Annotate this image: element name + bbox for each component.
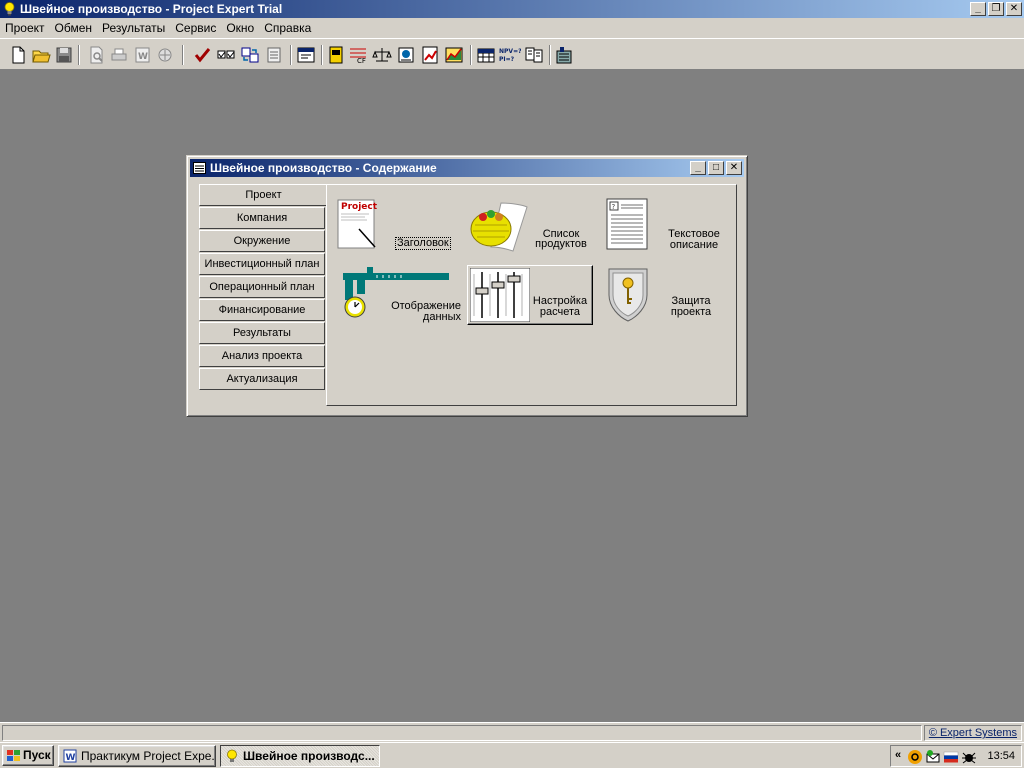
nav-environment[interactable]: Окружение [199, 230, 325, 252]
close-button[interactable]: ✕ [1006, 2, 1022, 16]
start-button[interactable]: Пуск [2, 745, 54, 766]
content-minimize-button[interactable]: _ [690, 161, 706, 175]
project-document-icon: Project [337, 199, 377, 249]
menubar: Проект Обмен Результаты Сервис Окно Спра… [0, 18, 1024, 38]
lightbulb-icon [227, 749, 237, 762]
minimize-button[interactable]: _ [970, 2, 986, 16]
tile-data-display[interactable]: Отображение данных [337, 265, 461, 323]
analysis-icon[interactable] [524, 45, 544, 65]
export-icon[interactable] [155, 45, 175, 65]
menu-service[interactable]: Сервис [170, 18, 221, 38]
content-close-button[interactable]: ✕ [726, 161, 742, 175]
svg-text:PI=?: PI=? [499, 56, 515, 63]
document-list-icon[interactable] [264, 45, 284, 65]
menu-exchange[interactable]: Обмен [50, 18, 98, 38]
tile-product-list-label-line2: продуктов [535, 238, 587, 250]
tile-calculation-settings[interactable]: Настройка расчета [467, 265, 593, 325]
chart-report-icon[interactable] [420, 45, 440, 65]
balance-scale-icon[interactable] [372, 45, 392, 65]
taskbar-item-word-label: Практикум Project Expe... [81, 749, 216, 763]
russian-flag-icon[interactable] [943, 749, 959, 765]
menu-results[interactable]: Результаты [97, 18, 170, 38]
menu-help[interactable]: Справка [259, 18, 316, 38]
taskbar-item-word[interactable]: W Практикум Project Expe... [58, 745, 216, 767]
tile-calculation-settings-label-line2: расчета [539, 306, 581, 318]
text-document-icon: ? [606, 198, 648, 250]
fruit-basket-icon [470, 202, 528, 252]
tile-header-label: Заголовок [395, 237, 451, 250]
save-icon[interactable] [54, 45, 74, 65]
restore-button[interactable]: ❐ [988, 2, 1004, 16]
section-icon-panel: Project Заголовок Список продуктов ? Тек… [326, 184, 737, 406]
nav-operational-plan[interactable]: Операционный план [199, 276, 325, 298]
svg-text:W: W [66, 753, 76, 763]
app-title: Швейное производство - Project Expert Tr… [20, 2, 283, 16]
tray-expand-icon[interactable]: « [895, 749, 901, 761]
antivirus-spider-icon[interactable] [961, 749, 977, 765]
npv-pi-icon[interactable]: NPV=?PI=? [499, 45, 521, 65]
grid-table-icon[interactable] [476, 45, 496, 65]
content-maximize-button[interactable]: □ [708, 161, 724, 175]
tile-header[interactable]: Project Заголовок [337, 199, 457, 253]
word-document-icon: W [63, 749, 77, 763]
new-document-icon[interactable] [8, 45, 28, 65]
word-export-icon[interactable]: W [132, 45, 152, 65]
svg-text:Project: Project [341, 202, 377, 212]
svg-text:?: ? [612, 203, 616, 211]
cashflow-icon[interactable]: CF [348, 45, 368, 65]
nav-company[interactable]: Компания [199, 207, 325, 229]
window-document-icon [193, 162, 206, 174]
checklist-icon[interactable] [216, 45, 236, 65]
actualization-icon[interactable] [554, 45, 574, 65]
svg-text:W: W [138, 52, 148, 62]
system-tray: « 13:54 [890, 745, 1022, 767]
print-preview-icon[interactable] [86, 45, 106, 65]
tile-project-protection-label-line2: проекта [670, 306, 712, 318]
section-nav: Проект Компания Окружение Инвестиционный… [199, 184, 327, 392]
nav-results[interactable]: Результаты [199, 322, 325, 344]
taskbar-item-project-expert-label: Швейное производс... [243, 749, 375, 763]
statusbar: © Expert Systems [0, 722, 1024, 742]
svg-text:CF: CF [357, 57, 366, 65]
nav-project-analysis[interactable]: Анализ проекта [199, 345, 325, 367]
mail-icon[interactable] [925, 749, 941, 765]
print-icon[interactable] [109, 45, 129, 65]
shield-key-icon [608, 268, 648, 322]
content-window-title: Швейное производство - Содержание [210, 161, 437, 175]
tile-text-description-label-line2: описание [669, 239, 719, 251]
tile-data-display-label-line2: данных [422, 311, 461, 323]
lightbulb-icon [4, 2, 15, 16]
app-titlebar[interactable]: Швейное производство - Project Expert Tr… [0, 0, 1024, 18]
expert-systems-link[interactable]: © Expert Systems [924, 725, 1022, 741]
menu-window[interactable]: Окно [221, 18, 259, 38]
table-icon[interactable] [326, 45, 346, 65]
tile-project-protection[interactable]: Защита проекта [607, 265, 731, 325]
taskbar-item-project-expert[interactable]: Швейное производс... [220, 745, 380, 767]
nav-financing[interactable]: Финансирование [199, 299, 325, 321]
content-window: Швейное производство - Содержание _ □ ✕ … [186, 155, 748, 417]
content-window-titlebar[interactable]: Швейное производство - Содержание _ □ ✕ [190, 159, 744, 177]
content-body: Проект Компания Окружение Инвестиционный… [199, 184, 737, 406]
windows-logo-icon [7, 750, 20, 761]
menu-project[interactable]: Проект [0, 18, 50, 38]
nav-investment-plan[interactable]: Инвестиционный план [199, 253, 325, 275]
open-folder-icon[interactable] [31, 45, 51, 65]
tile-product-list[interactable]: Список продуктов [469, 199, 589, 253]
content-window-icon[interactable] [296, 45, 316, 65]
taskbar: Пуск W Практикум Project Expe... Швейное… [0, 742, 1024, 768]
tray-clock: 13:54 [987, 750, 1015, 762]
nav-actualization[interactable]: Актуализация [199, 368, 325, 390]
toolbar: W CF NPV=? PI=? [0, 38, 1024, 70]
nav-project[interactable]: Проект [199, 184, 327, 206]
transfer-icon[interactable] [240, 45, 260, 65]
start-button-label: Пуск [23, 748, 51, 762]
sliders-icon [470, 268, 530, 322]
graph-icon[interactable] [444, 45, 464, 65]
finance-report-icon[interactable] [396, 45, 416, 65]
svg-text:NPV=?: NPV=? [499, 48, 521, 55]
tile-text-description[interactable]: ? Текстовое описание [603, 197, 731, 255]
status-main-pane [2, 725, 922, 741]
at-sign-icon[interactable] [907, 749, 923, 765]
check-icon[interactable] [192, 45, 212, 65]
